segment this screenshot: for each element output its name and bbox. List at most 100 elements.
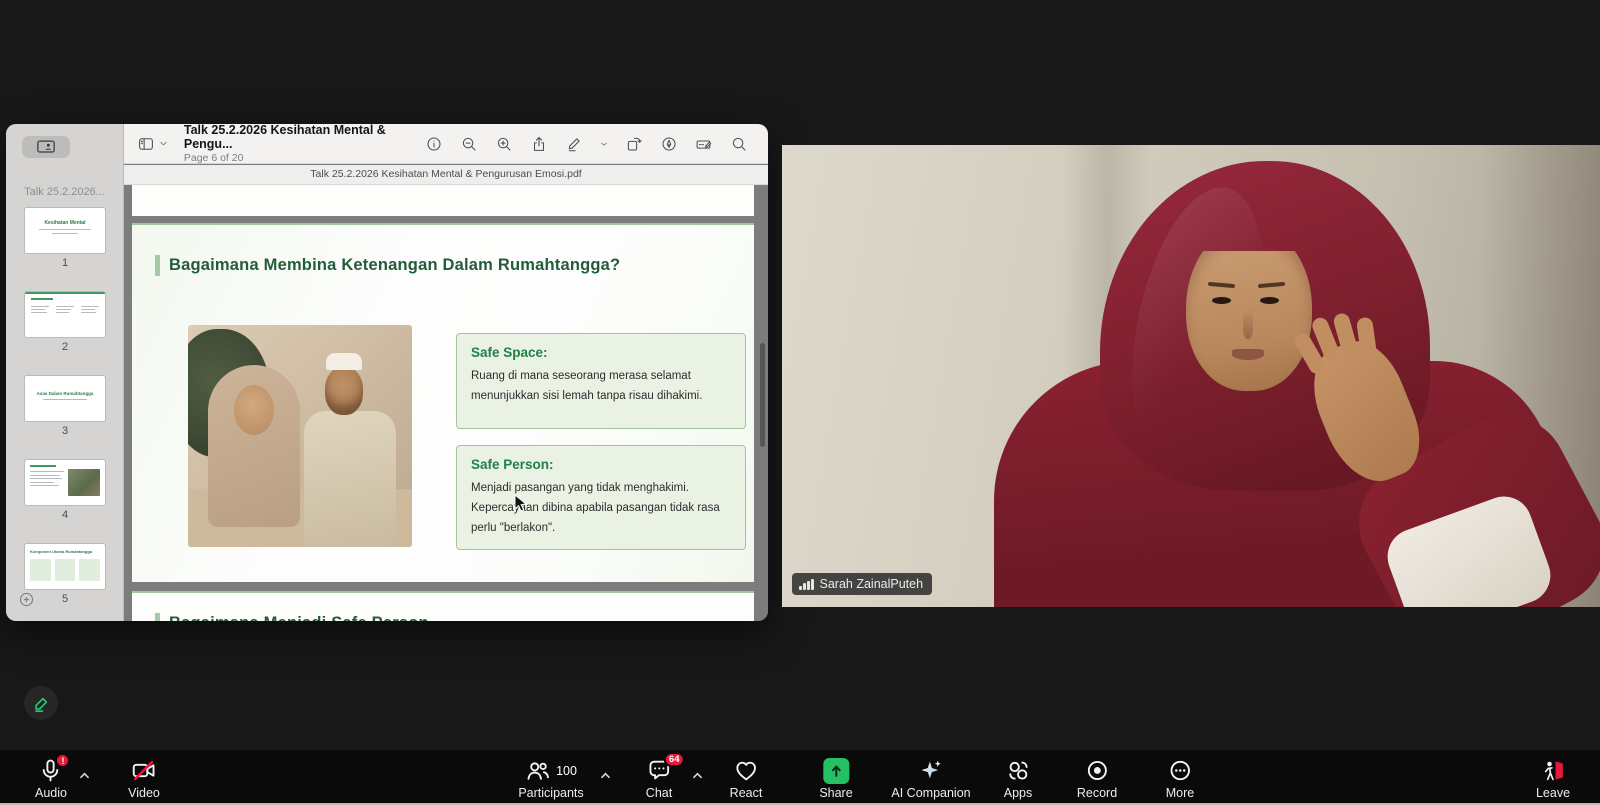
zoom-out-button[interactable] (458, 133, 480, 155)
info-button[interactable] (423, 133, 445, 155)
chat-options-chevron[interactable] (692, 767, 703, 785)
current-slide-page: Bagaimana Membina Ketenangan Dalam Rumah… (132, 223, 754, 582)
screen-person-icon (36, 140, 56, 154)
apps-button[interactable]: Apps (1004, 757, 1033, 800)
chevron-down-icon (158, 138, 169, 149)
more-button[interactable]: More (1166, 757, 1194, 800)
pdf-sidebar: Talk 25.2.2026... Kesihatan Mental 1 (6, 124, 124, 621)
participants-options-chevron[interactable] (600, 767, 611, 785)
ai-companion-label: AI Companion (891, 786, 970, 800)
pencil-icon (32, 694, 51, 713)
search-icon (730, 135, 748, 153)
search-button[interactable] (728, 133, 750, 155)
zoom-in-button[interactable] (493, 133, 515, 155)
markup-menu-button[interactable] (598, 133, 610, 155)
apps-icon (1006, 758, 1031, 783)
scrollbar-thumb[interactable] (760, 343, 765, 447)
audio-button[interactable]: ! Audio (35, 757, 67, 800)
thumbnail-5-number: 5 (25, 593, 105, 605)
form-fill-button[interactable] (693, 133, 715, 155)
thumbnail-page-3[interactable]: Asas Dalam Rumahtangga 3 (25, 376, 105, 437)
share-export-button[interactable] (528, 133, 550, 155)
pdf-filename: Talk 25.2.2026 Kesihatan Mental & Pengur… (124, 165, 768, 185)
thumbnail-3-number: 3 (25, 425, 105, 437)
sidebar-toggle-button[interactable] (136, 133, 157, 155)
thumbnail-page-1[interactable]: Kesihatan Mental 1 (25, 208, 105, 269)
meeting-screen: Talk 25.2.2026... Kesihatan Mental 1 (0, 0, 1600, 805)
slide-title: Bagaimana Membina Ketenangan Dalam Rumah… (169, 256, 620, 275)
thumbnail-1-card: Kesihatan Mental (25, 208, 105, 253)
participants-icon (525, 758, 550, 783)
next-slide-accent-bar (155, 613, 160, 621)
thumbnail-4-number: 4 (25, 509, 105, 521)
thumbnail-2-number: 2 (25, 341, 105, 353)
document-title-block: Talk 25.2.2026 Kesihatan Mental & Pengu.… (184, 124, 423, 164)
man-face (325, 367, 363, 415)
meeting-toolbar: ! Audio Video (0, 750, 1600, 805)
participant-name: Sarah ZainalPuteh (820, 577, 924, 591)
safe-person-heading: Safe Person: (471, 457, 731, 472)
video-button[interactable]: Video (128, 757, 160, 800)
document-title: Talk 25.2.2026 Kesihatan Mental & Pengu.… (184, 124, 423, 151)
rotate-icon (625, 135, 643, 153)
video-camera-off-icon (132, 758, 157, 783)
more-ellipsis-icon (1167, 758, 1192, 783)
screen-share-presenter-button[interactable] (22, 136, 70, 158)
man-figure (304, 411, 396, 547)
connection-bars-icon (799, 579, 814, 590)
chat-button[interactable]: 64 Chat (646, 757, 672, 800)
chat-label: Chat (646, 786, 672, 800)
participant-name-tag: Sarah ZainalPuteh (792, 573, 932, 595)
annotate-button[interactable] (24, 686, 58, 720)
sidebar-view-menu[interactable] (157, 133, 170, 155)
couple-photo (188, 325, 412, 547)
plus-circle-icon (18, 591, 35, 608)
ai-companion-button[interactable]: AI Companion (891, 757, 970, 800)
react-button[interactable]: React (730, 757, 763, 800)
ai-companion-sparkle-icon (919, 758, 944, 783)
add-page-button[interactable] (18, 591, 35, 613)
pdf-document-scroll-area[interactable]: Bagaimana Membina Ketenangan Dalam Rumah… (124, 185, 768, 621)
rotate-button[interactable] (623, 133, 645, 155)
zoom-out-icon (460, 135, 478, 153)
leave-label: Leave (1536, 786, 1570, 800)
man-cap (326, 353, 362, 370)
safe-space-heading: Safe Space: (471, 345, 731, 360)
speaker-video-tile: Sarah ZainalPuteh (782, 145, 1600, 607)
video-label: Video (128, 786, 160, 800)
info-icon (425, 135, 443, 153)
thumbnail-page-5[interactable]: Komponen Utama Rumahtangga 5 (25, 544, 105, 605)
record-icon (1084, 758, 1109, 783)
audio-alert-badge: ! (55, 753, 70, 768)
sidebar-doc-label: Talk 25.2.2026... (6, 186, 123, 198)
participants-label: Participants (518, 786, 583, 800)
markup-button[interactable] (563, 133, 585, 155)
pdf-toolbar: Talk 25.2.2026 Kesihatan Mental & Pengu.… (124, 124, 768, 164)
sidebar-panel-icon (137, 135, 155, 153)
record-label: Record (1077, 786, 1117, 800)
participants-count: 100 (556, 764, 577, 778)
pdf-preview-window: Talk 25.2.2026... Kesihatan Mental 1 (6, 124, 768, 621)
previous-page-sliver (132, 185, 754, 216)
share-button[interactable]: Share (819, 757, 852, 800)
thumbnail-page-4[interactable]: 4 (25, 460, 105, 521)
thumbnail-3-card: Asas Dalam Rumahtangga (25, 376, 105, 421)
thumbnail-page-2[interactable]: 2 (25, 292, 105, 353)
safe-space-box: Safe Space: Ruang di mana seseorang mera… (456, 333, 746, 429)
record-button[interactable]: Record (1077, 757, 1117, 800)
apps-label: Apps (1004, 786, 1033, 800)
thumbnail-5-card: Komponen Utama Rumahtangga (25, 544, 105, 589)
leave-button[interactable]: Leave (1536, 757, 1570, 800)
thumbnail-2-card (25, 292, 105, 337)
share-label: Share (819, 786, 852, 800)
mouse-cursor (514, 494, 529, 514)
slide-title-accent-bar (155, 255, 160, 276)
pdf-content-area: Talk 25.2.2026 Kesihatan Mental & Pengu.… (124, 124, 768, 621)
sign-pen-icon (660, 135, 678, 153)
thumbnail-1-number: 1 (25, 257, 105, 269)
sign-button[interactable] (658, 133, 680, 155)
slide-title-row: Bagaimana Membina Ketenangan Dalam Rumah… (155, 255, 620, 276)
participants-button[interactable]: 100 Participants (518, 757, 583, 800)
form-field-icon (695, 135, 713, 153)
audio-options-chevron[interactable] (79, 767, 90, 785)
